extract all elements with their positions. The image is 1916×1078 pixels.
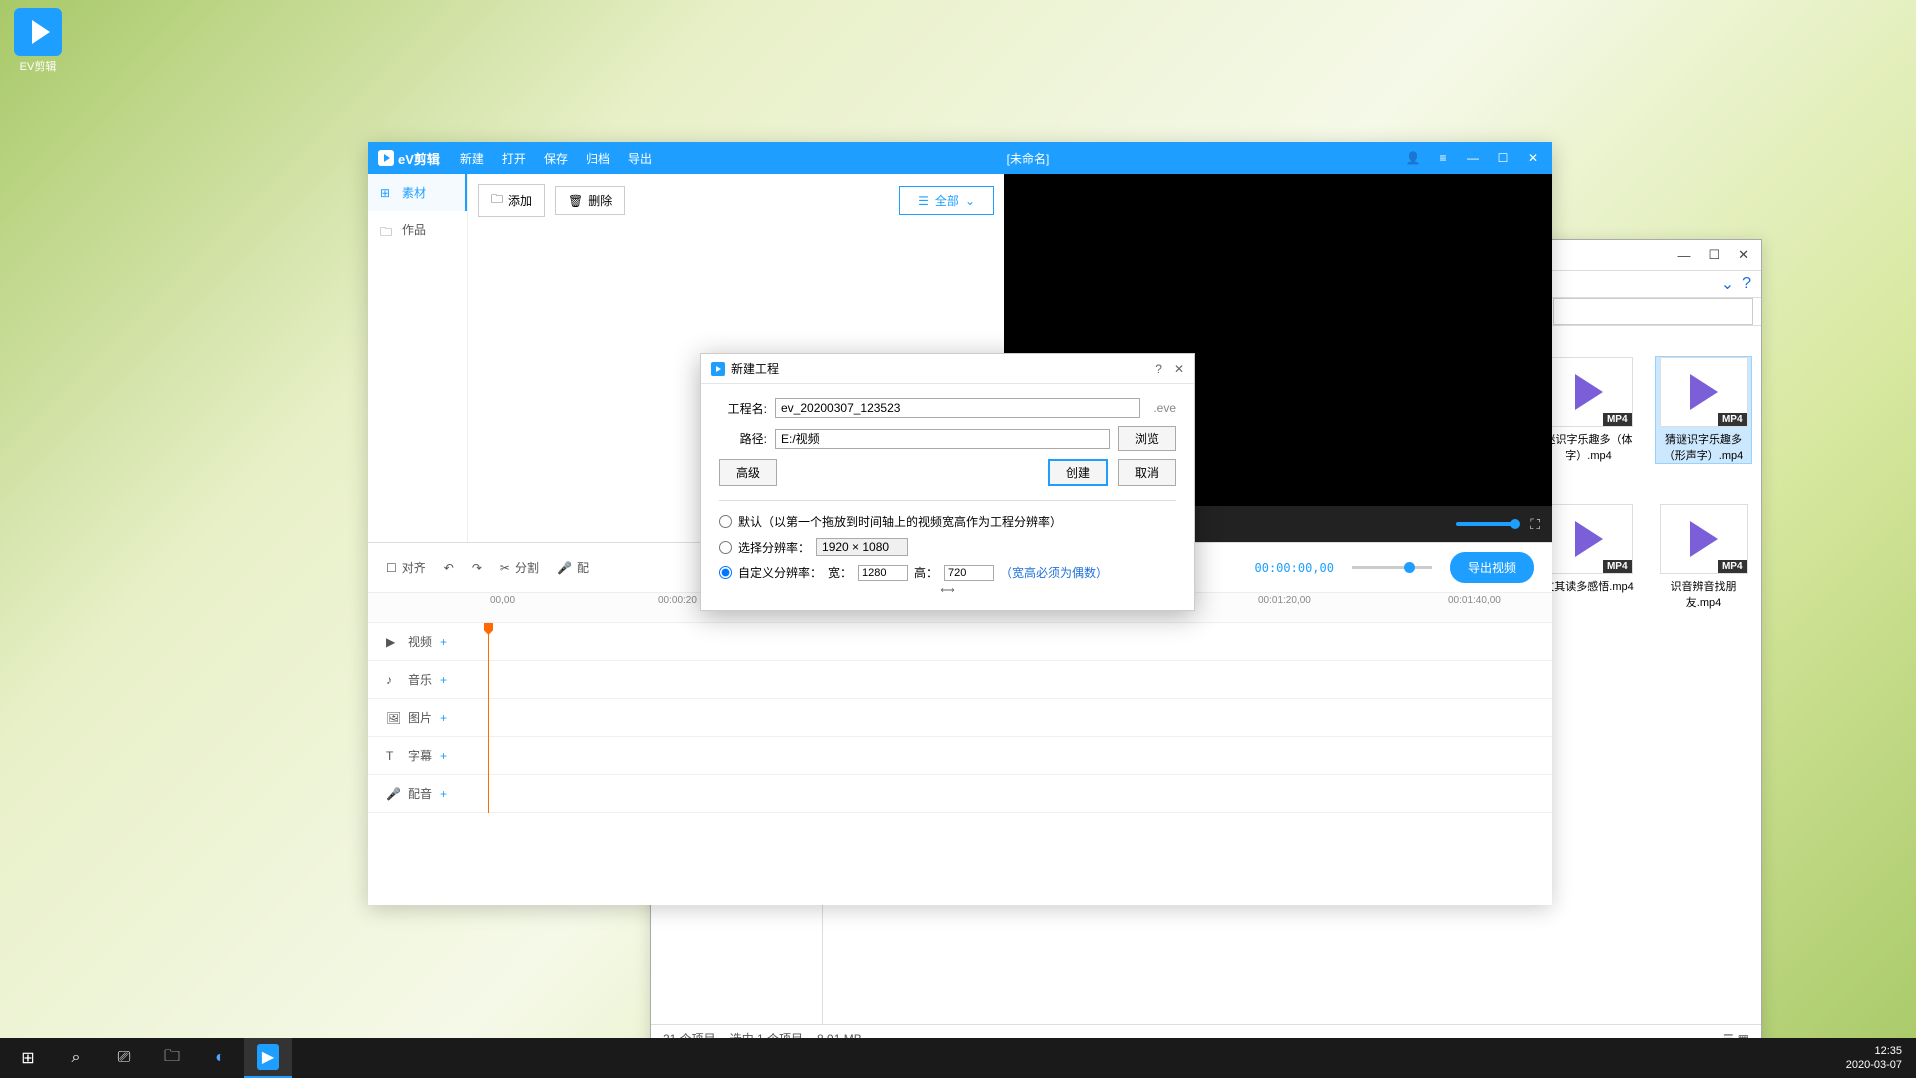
timeline-tracks: ▶视频+ ♪音乐+ 🖼图片+ T字幕+ 🎤配音+: [368, 623, 1552, 813]
sidebar-tab-material[interactable]: ⊞ 素材: [368, 174, 467, 211]
zoom-slider[interactable]: [1352, 566, 1432, 569]
redo-button[interactable]: ↷: [472, 561, 482, 575]
file-item[interactable]: MP4 猜谜识字乐趣多（形声字）.mp4: [1656, 357, 1751, 463]
align-tool[interactable]: ☐对齐: [386, 559, 426, 576]
advanced-button[interactable]: 高级: [719, 459, 777, 486]
radio-select-resolution[interactable]: [719, 541, 732, 554]
taskbar-ev-editor[interactable]: ▶: [244, 1038, 292, 1078]
start-button[interactable]: ⊞: [4, 1038, 52, 1078]
add-track-button[interactable]: +: [440, 673, 447, 687]
project-name-input[interactable]: [775, 398, 1140, 418]
timeline-time: 00:00:00,00: [1255, 561, 1334, 575]
system-clock[interactable]: 12:35 2020-03-07: [1846, 1044, 1912, 1073]
file-item[interactable]: MP4 文其读多感悟.mp4: [1541, 504, 1636, 610]
radio-default-resolution[interactable]: [719, 515, 732, 528]
volume-slider[interactable]: [1456, 522, 1516, 526]
export-video-button[interactable]: 导出视频: [1450, 552, 1534, 583]
search-button[interactable]: ⌕: [52, 1038, 100, 1078]
track-image[interactable]: 🖼图片+: [368, 699, 1552, 737]
dialog-icon: [711, 362, 725, 376]
explorer-close[interactable]: ✕: [1738, 247, 1749, 263]
desktop-shortcut-ev[interactable]: EV剪辑: [8, 8, 68, 74]
window-title: [未命名]: [652, 150, 1404, 167]
grid-icon: ⊞: [380, 186, 394, 200]
playhead[interactable]: [488, 623, 489, 813]
add-track-button[interactable]: +: [440, 635, 447, 649]
task-view-button[interactable]: ⎚: [100, 1038, 148, 1078]
project-name-label: 工程名:: [719, 400, 767, 417]
dub-tool[interactable]: 🎤配: [557, 559, 589, 576]
app-logo: eV剪辑: [378, 149, 440, 168]
settings-icon[interactable]: ≡: [1434, 151, 1452, 165]
taskbar: ⊞ ⌕ ⎚ 🗀 ◐ ▶ 12:35 2020-03-07: [0, 1038, 1916, 1078]
file-item[interactable]: MP4 识音辨音找朋友.mp4: [1656, 504, 1751, 610]
height-input[interactable]: [944, 565, 994, 581]
sidebar-tab-works[interactable]: 🗀 作品: [368, 211, 467, 248]
track-subtitle[interactable]: T字幕+: [368, 737, 1552, 775]
delete-button[interactable]: 🗑 删除: [555, 186, 625, 215]
folder-add-icon: 🗀: [491, 190, 503, 211]
app-titlebar: eV剪辑 新建 打开 保存 归档 导出 [未命名] 👤 ≡ — ☐ ✕: [368, 142, 1552, 174]
width-input[interactable]: [858, 565, 908, 581]
radio-custom-resolution[interactable]: [719, 566, 732, 579]
music-icon: ♪: [386, 673, 400, 687]
cancel-button[interactable]: 取消: [1118, 459, 1176, 486]
path-input[interactable]: [775, 429, 1110, 449]
close-dialog-button[interactable]: ✕: [1174, 362, 1184, 376]
path-label: 路径:: [719, 430, 767, 447]
minimize-button[interactable]: —: [1464, 151, 1482, 165]
desktop-icon-label: EV剪辑: [8, 58, 68, 74]
list-icon: ☰: [918, 194, 929, 208]
explorer-minimize[interactable]: —: [1677, 248, 1690, 263]
resolution-hint: （宽高必须为偶数）: [1000, 564, 1108, 581]
menu-export[interactable]: 导出: [628, 150, 652, 167]
add-track-button[interactable]: +: [440, 749, 447, 763]
close-button[interactable]: ✕: [1524, 151, 1542, 165]
menu-open[interactable]: 打开: [502, 150, 526, 167]
add-button[interactable]: 🗀 添加: [478, 184, 545, 217]
help-icon[interactable]: ?: [1742, 275, 1751, 293]
menu-archive[interactable]: 归档: [586, 150, 610, 167]
filter-dropdown[interactable]: ☰ 全部 ⌄: [899, 186, 994, 215]
text-icon: T: [386, 749, 400, 763]
explorer-maximize[interactable]: ☐: [1708, 247, 1720, 263]
add-track-button[interactable]: +: [440, 711, 447, 725]
trash-icon: 🗑: [568, 194, 583, 208]
fullscreen-button[interactable]: ⛶: [1530, 516, 1540, 533]
folder-icon: 🗀: [380, 223, 394, 237]
menu-new[interactable]: 新建: [460, 150, 484, 167]
mic-icon: 🎤: [386, 787, 400, 801]
image-icon: 🖼: [386, 711, 400, 725]
user-icon[interactable]: 👤: [1404, 151, 1422, 165]
split-tool[interactable]: ✂分割: [500, 559, 539, 576]
file-item[interactable]: MP4 迷识字乐趣多（体字）.mp4: [1541, 357, 1636, 463]
undo-button[interactable]: ↶: [444, 561, 454, 575]
menu-save[interactable]: 保存: [544, 150, 568, 167]
browse-button[interactable]: 浏览: [1118, 426, 1176, 451]
dropdown-icon[interactable]: ⌄: [1721, 274, 1734, 294]
track-music[interactable]: ♪音乐+: [368, 661, 1552, 699]
file-extension: .eve: [1153, 401, 1176, 415]
maximize-button[interactable]: ☐: [1494, 151, 1512, 165]
sidebar: ⊞ 素材 🗀 作品: [368, 174, 468, 542]
help-icon[interactable]: ?: [1155, 362, 1162, 376]
dialog-title: 新建工程: [731, 360, 779, 377]
explorer-search-input[interactable]: [1553, 298, 1753, 325]
track-voiceover[interactable]: 🎤配音+: [368, 775, 1552, 813]
add-track-button[interactable]: +: [440, 787, 447, 801]
taskbar-app1[interactable]: ◐: [196, 1038, 244, 1078]
create-button[interactable]: 创建: [1048, 459, 1108, 486]
new-project-dialog: 新建工程 ? ✕ 工程名: .eve 路径: 浏览 高级 创建 取消 默认（以第…: [700, 353, 1195, 611]
cursor-resize-icon: ⟷: [719, 585, 1176, 596]
taskbar-explorer[interactable]: 🗀: [148, 1038, 196, 1078]
video-icon: ▶: [386, 635, 400, 649]
track-video[interactable]: ▶视频+: [368, 623, 1552, 661]
resolution-select[interactable]: 1920 × 1080: [816, 538, 908, 556]
chevron-down-icon: ⌄: [965, 194, 975, 208]
